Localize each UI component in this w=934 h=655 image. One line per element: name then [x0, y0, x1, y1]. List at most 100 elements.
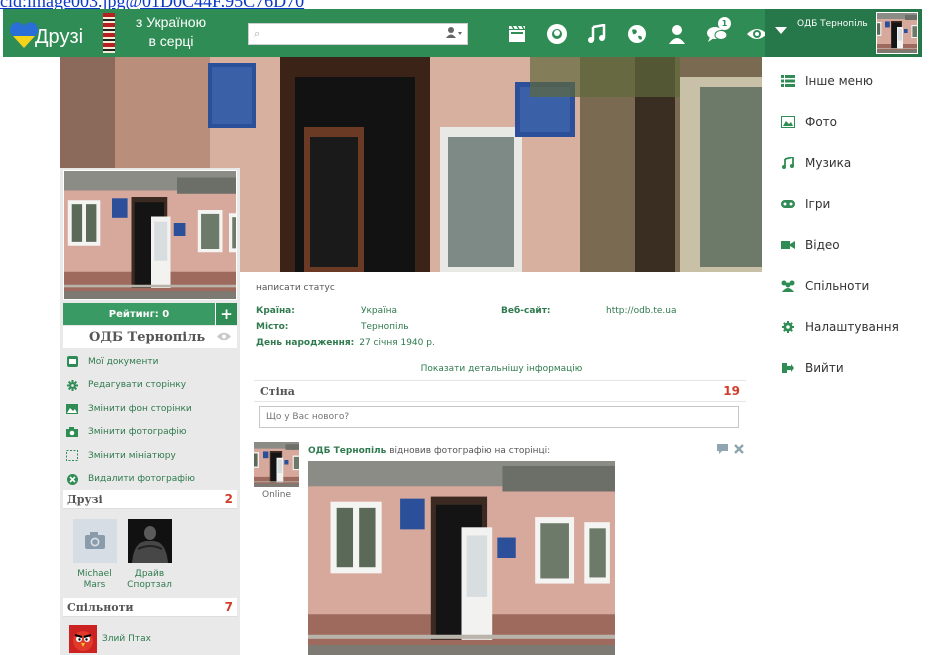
eye-icon[interactable] — [217, 331, 231, 344]
messages-badge: 1 — [718, 17, 731, 30]
profile-sidebar: Рейтинг: 0 + ОДБ Тернопіль Мої документи… — [60, 168, 240, 655]
show-more-info-link[interactable]: Показати детальнішу інформацію — [241, 364, 762, 374]
menu-item-logout[interactable]: Вийти — [775, 347, 925, 388]
search-icon: ⌕ — [254, 27, 261, 40]
menu-item-label: Відео — [805, 237, 840, 252]
friends-list: Michael Mars Драйв Спортзал — [65, 515, 235, 595]
post-action-text: відновив фотографію на сторінці: — [386, 446, 551, 456]
friend-avatar — [127, 519, 172, 563]
logout-icon — [775, 362, 801, 373]
chat-icon[interactable]: 1 — [697, 17, 737, 46]
friend-first-name: Michael — [77, 569, 112, 579]
search-input[interactable] — [267, 26, 427, 42]
action-edit-page[interactable]: Редагувати сторінку — [65, 374, 237, 398]
logo-text: Друзі — [35, 26, 84, 48]
top-bar: Друзі з Україною в серці ⌕ 1 ОДБ Тернопі… — [3, 9, 922, 57]
action-label: Змінити фон сторінки — [88, 403, 192, 414]
group-icon — [775, 280, 801, 292]
birthday-label: День народження: — [256, 338, 355, 348]
menu-item-label: Налаштування — [805, 319, 899, 334]
menu-item-label: Фото — [805, 114, 838, 129]
action-label: Мої документи — [88, 356, 159, 367]
community-item[interactable]: Злий Птах — [69, 625, 151, 653]
birthday-value: 27 січня 1940 р. — [359, 338, 435, 348]
new-post-input[interactable] — [259, 406, 739, 428]
wall-count: 19 — [723, 384, 740, 398]
list-icon — [775, 74, 801, 87]
video-camera-icon — [775, 240, 801, 250]
action-change-thumbnail[interactable]: Змінити мініатюру — [65, 444, 237, 468]
image-icon — [65, 403, 79, 414]
action-label: Змінити мініатюру — [88, 450, 176, 461]
website-label: Веб-сайт: — [501, 306, 551, 316]
nav-icons: 1 — [497, 17, 777, 46]
city-label: Місто: — [256, 322, 289, 332]
action-change-background[interactable]: Змінити фон сторінки — [65, 397, 237, 421]
wall-title: Стіна — [260, 384, 295, 398]
delete-icon — [65, 473, 79, 485]
post-author-avatar[interactable] — [254, 442, 299, 487]
comment-icon[interactable] — [717, 444, 728, 457]
post-text: ОДБ Тернопіль відновив фотографію на сто… — [308, 446, 550, 456]
post-photo[interactable] — [308, 461, 615, 655]
friends-title: Друзі — [67, 492, 103, 506]
rating-label: Рейтинг: 0 — [108, 308, 170, 320]
country-value[interactable]: Україна — [361, 306, 501, 322]
communities-title: Спільноти — [67, 600, 134, 614]
action-label: Змінити фотографію — [88, 427, 187, 438]
menu-item-label: Вийти — [805, 360, 844, 375]
action-change-photo[interactable]: Змінити фотографію — [65, 421, 237, 445]
site-logo[interactable]: Друзі — [9, 16, 104, 52]
gear-icon — [775, 320, 801, 333]
menu-item-communities[interactable]: Спільноти — [775, 265, 925, 306]
info-row: Країна: Україна Веб-сайт: http://odb.te.… — [256, 306, 677, 322]
menu-item-other[interactable]: Інше меню — [775, 60, 925, 101]
face-icon[interactable] — [537, 22, 577, 46]
action-my-documents[interactable]: Мої документи — [65, 350, 237, 374]
music-icon — [775, 156, 801, 169]
friends-header[interactable]: Друзі 2 — [63, 490, 237, 509]
action-delete-photo[interactable]: Видалити фотографію — [65, 468, 237, 492]
website-link[interactable]: http://odb.te.ua — [606, 306, 677, 322]
menu-item-music[interactable]: Музика — [775, 142, 925, 183]
friend-item[interactable]: Michael Mars — [67, 519, 122, 591]
menu-item-label: Ігри — [805, 196, 831, 211]
person-icon[interactable] — [657, 22, 697, 46]
menu-item-photo[interactable]: Фото — [775, 101, 925, 142]
country-label: Країна: — [256, 306, 295, 316]
image-icon — [775, 115, 801, 128]
slogan-line-1: з Україною — [135, 14, 207, 30]
friend-last-name: Спортзал — [127, 580, 172, 590]
slogan: з Україною в серці — [121, 13, 221, 51]
friend-item[interactable]: Драйв Спортзал — [122, 519, 177, 591]
chevron-down-icon — [775, 27, 787, 34]
profile-name: ОДБ Тернопіль — [89, 329, 206, 345]
menu-item-video[interactable]: Відео — [775, 224, 925, 265]
user-menu[interactable]: ОДБ Тернопіль — [765, 9, 922, 57]
profile-main: написати статус Країна: Україна Веб-сайт… — [241, 272, 762, 655]
close-icon[interactable] — [734, 444, 744, 457]
communities-header[interactable]: Спільноти 7 — [63, 598, 237, 617]
menu-item-label: Музика — [805, 155, 852, 170]
right-menu: Інше меню Фото Музика Ігри Відео Спільно… — [775, 60, 925, 388]
rating-add-button[interactable]: + — [215, 303, 237, 325]
angry-bird-icon — [69, 625, 97, 653]
info-row: День народження: 27 січня 1940 р. — [256, 338, 677, 354]
profile-photo[interactable] — [63, 170, 237, 300]
globe-icon[interactable] — [617, 22, 657, 46]
communities-count: 7 — [224, 600, 233, 614]
friend-first-name: Драйв — [134, 569, 165, 579]
profile-name-bar: ОДБ Тернопіль — [63, 326, 237, 348]
user-avatar — [876, 12, 918, 54]
post-author[interactable]: ОДБ Тернопіль — [308, 446, 386, 456]
video-icon[interactable] — [497, 22, 537, 46]
embroidery-ornament — [103, 13, 115, 53]
write-status-link[interactable]: написати статус — [256, 283, 335, 293]
city-value[interactable]: Тернопіль — [361, 322, 501, 338]
search-scope-dropdown[interactable] — [445, 26, 463, 41]
music-icon[interactable] — [577, 22, 617, 46]
search-box: ⌕ — [248, 23, 468, 45]
menu-item-settings[interactable]: Налаштування — [775, 306, 925, 347]
rating-bar: Рейтинг: 0 + — [63, 303, 237, 325]
menu-item-games[interactable]: Ігри — [775, 183, 925, 224]
